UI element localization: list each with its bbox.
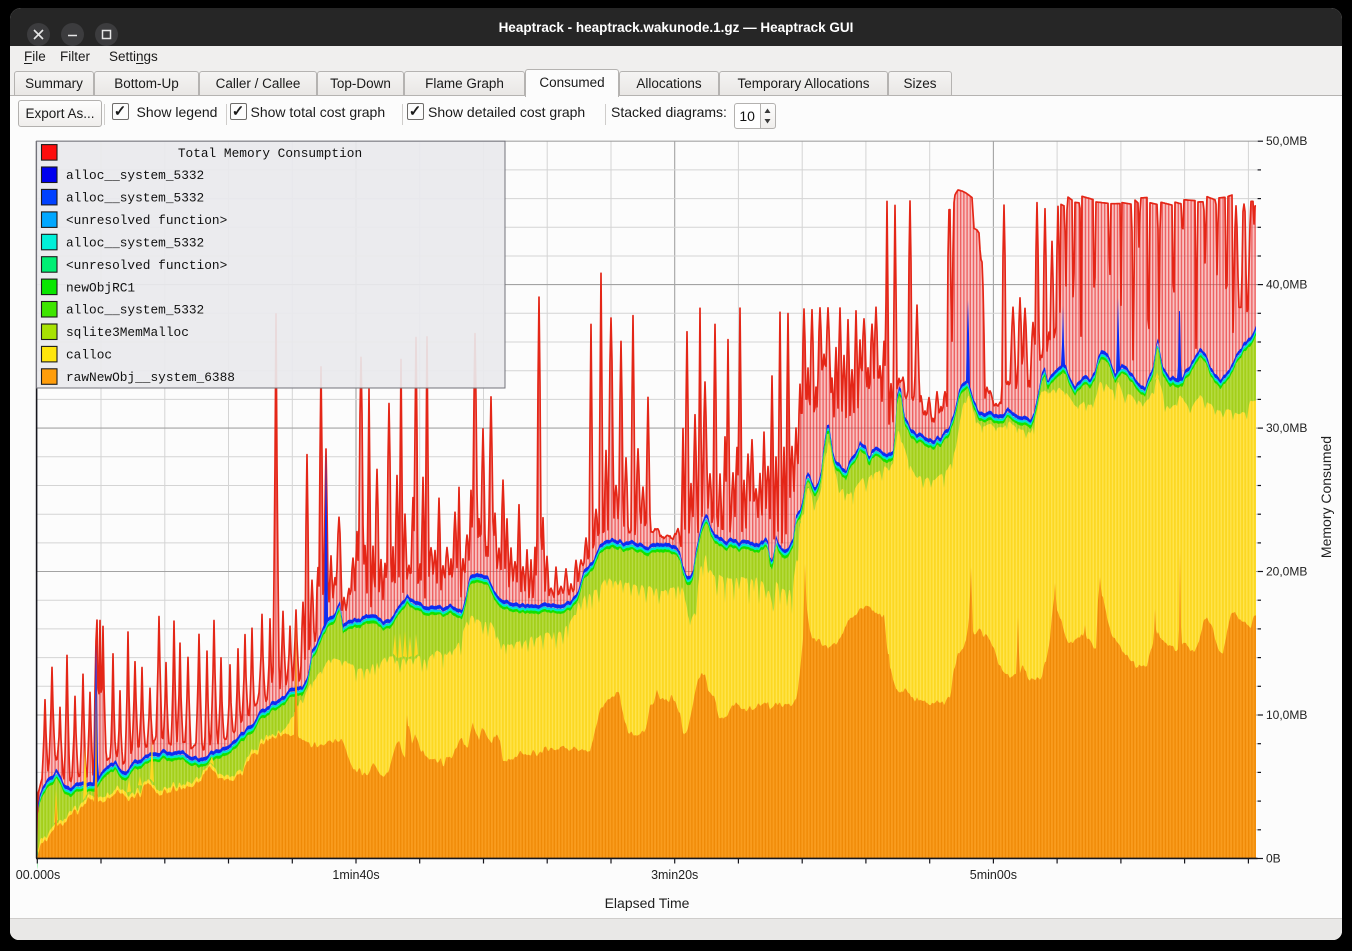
svg-text:<unresolved function>: <unresolved function> (66, 213, 227, 228)
svg-text:<unresolved function>: <unresolved function> (66, 258, 227, 273)
svg-text:1min40s: 1min40s (332, 868, 379, 882)
svg-text:20,0MB: 20,0MB (1266, 565, 1307, 579)
svg-text:alloc__system_5332: alloc__system_5332 (66, 191, 204, 206)
svg-text:10,0MB: 10,0MB (1266, 708, 1307, 722)
svg-text:5min00s: 5min00s (970, 868, 1017, 882)
svg-text:newObjRC1: newObjRC1 (66, 280, 135, 295)
svg-text:50,0MB: 50,0MB (1266, 134, 1307, 148)
svg-text:alloc__system_5332: alloc__system_5332 (66, 236, 204, 251)
svg-text:00.000s: 00.000s (16, 868, 60, 882)
svg-text:0B: 0B (1266, 852, 1281, 866)
svg-text:calloc: calloc (66, 348, 112, 363)
svg-text:Elapsed Time: Elapsed Time (605, 895, 690, 911)
svg-text:sqlite3MemMalloc: sqlite3MemMalloc (66, 325, 189, 340)
svg-text:Total Memory Consumption: Total Memory Consumption (178, 146, 362, 161)
svg-text:alloc__system_5332: alloc__system_5332 (66, 168, 204, 183)
svg-text:30,0MB: 30,0MB (1266, 421, 1307, 435)
svg-text:40,0MB: 40,0MB (1266, 278, 1307, 292)
svg-text:rawNewObj__system_6388: rawNewObj__system_6388 (66, 370, 235, 385)
svg-text:3min20s: 3min20s (651, 868, 698, 882)
svg-text:alloc__system_5332: alloc__system_5332 (66, 303, 204, 318)
svg-text:Memory Consumed: Memory Consumed (1318, 436, 1334, 558)
